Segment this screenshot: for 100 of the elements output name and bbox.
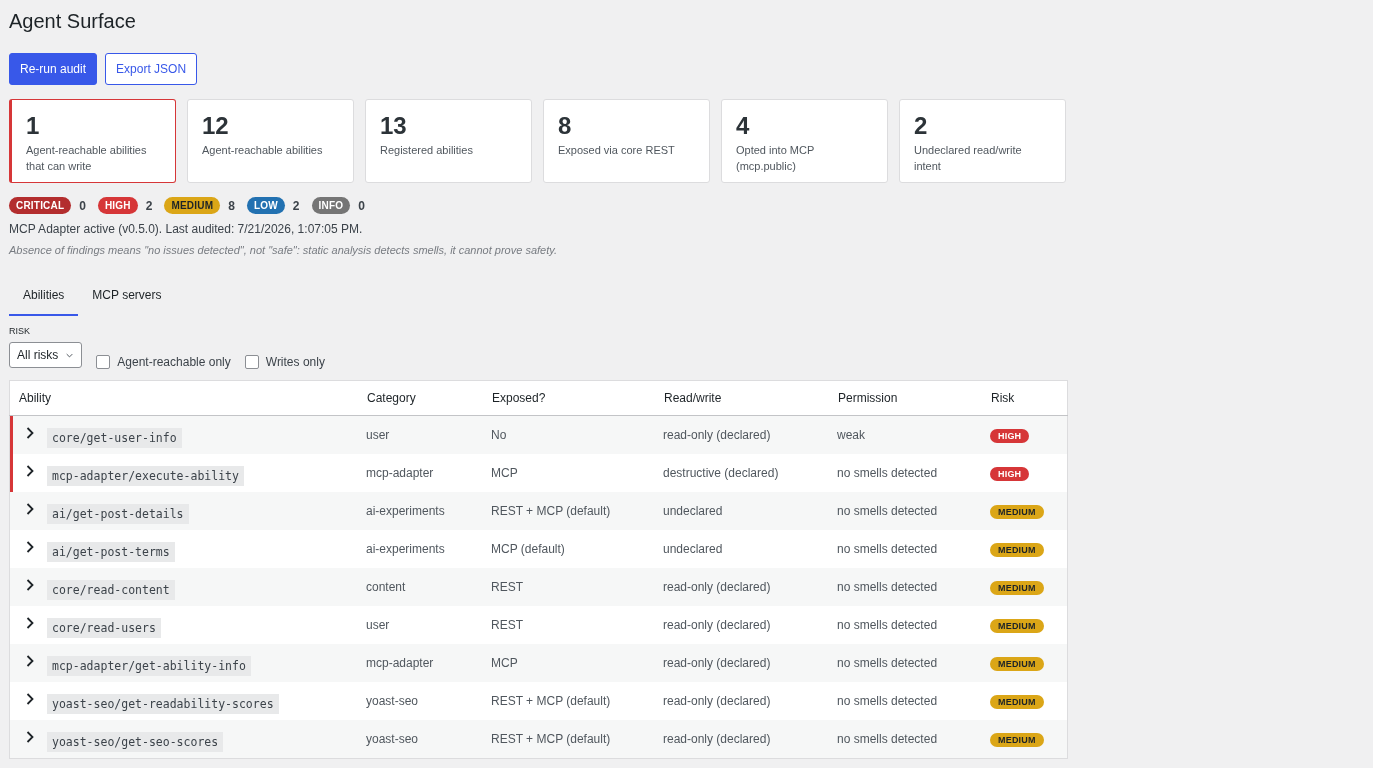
column-header: Permission	[837, 380, 990, 416]
chevron-right-icon[interactable]	[26, 731, 34, 743]
table-row[interactable]: core/get-user-info user No read-only (declared) weak HIGH	[9, 415, 1068, 454]
page-title: Agent Surface	[9, 9, 137, 34]
table-row[interactable]: mcp-adapter/get-ability-info mcp-adapter MCP read-only (declared) no smells detected MEDIUM	[9, 644, 1068, 682]
table-row[interactable]: yoast-seo/get-readability-scores yoast-seo REST + MCP (default) read-only (declared) no smells detected MEDIUM	[9, 682, 1068, 720]
checkbox[interactable]	[96, 355, 111, 369]
table-cell: ai-experiments	[366, 492, 491, 530]
ability-name: yoast-seo/get-readability-scores	[47, 693, 279, 714]
table-cell: MCP	[491, 454, 663, 492]
table-row[interactable]: ai/get-post-terms ai-experiments MCP (default) undeclared no smells detected MEDIUM	[9, 530, 1068, 568]
checkbox-label[interactable]: Agent-reachable only	[117, 355, 231, 369]
table-row[interactable]: core/read-content content REST read-only (declared) no smells detected MEDIUM	[9, 568, 1068, 606]
checkbox-label[interactable]: Writes only	[265, 355, 325, 369]
table-cell: no smells detected	[837, 606, 990, 644]
table-cell: yoast-seo	[366, 682, 491, 720]
stat-value: 13	[380, 112, 408, 140]
table-cell: read-only (declared)	[663, 644, 837, 682]
risk-count: 0	[358, 198, 365, 213]
stat-value: 2	[914, 112, 929, 140]
stat-label: Registered abilities	[380, 143, 474, 158]
table-row[interactable]: core/read-users user REST read-only (declared) no smells detected MEDIUM	[9, 606, 1068, 644]
tab[interactable]: Abilities	[9, 288, 79, 316]
filter-label: RISK	[9, 326, 31, 336]
stat-label: Agent-reachable abilities	[202, 143, 324, 158]
chevron-right-icon[interactable]	[26, 655, 34, 667]
stat-value: 1	[26, 112, 41, 140]
table-cell: content	[366, 568, 491, 606]
table-cell: undeclared	[663, 492, 837, 530]
risk-badge: HIGH	[97, 197, 138, 214]
risk-count: 2	[292, 198, 300, 213]
risk-select[interactable]: All risks	[9, 342, 83, 368]
chevron-right-icon[interactable]	[26, 617, 34, 629]
table-row[interactable]: mcp-adapter/execute-ability mcp-adapter MCP destructive (declared) no smells detected HIGH	[9, 454, 1068, 492]
action-button[interactable]: Re-run audit	[9, 53, 98, 85]
table-cell: REST + MCP (default)	[491, 682, 663, 720]
stat-value: 4	[736, 112, 751, 140]
risk-badge: LOW	[246, 197, 285, 214]
chevron-right-icon[interactable]	[26, 579, 34, 591]
table-cell: destructive (declared)	[663, 454, 837, 492]
chevron-down-icon	[66, 352, 74, 358]
chevron-right-icon[interactable]	[26, 427, 34, 439]
table-cell: mcp-adapter	[366, 644, 491, 682]
ability-name: mcp-adapter/get-ability-info	[47, 655, 251, 676]
risk-badge: MEDIUM	[990, 542, 1044, 557]
action-button[interactable]: Export JSON	[105, 53, 198, 85]
column-header: Exposed?	[491, 380, 663, 416]
table-cell: mcp-adapter	[366, 454, 491, 492]
risk-badge: MEDIUM	[990, 694, 1044, 709]
table-row[interactable]: yoast-seo/get-seo-scores yoast-seo REST + MCP (default) read-only (declared) no smells detected MEDIUM	[9, 720, 1068, 759]
stat-label: Undeclared read/write intent	[914, 143, 1023, 174]
chevron-right-icon[interactable]	[26, 541, 34, 553]
risk-count: 0	[79, 198, 86, 213]
table-cell: REST	[491, 568, 663, 606]
chevron-right-icon[interactable]	[26, 693, 34, 705]
table-row[interactable]: ai/get-post-details ai-experiments REST + MCP (default) undeclared no smells detected MEDIUM	[9, 492, 1068, 530]
table-cell: MCP (default)	[491, 530, 663, 568]
table-cell: ai-experiments	[366, 530, 491, 568]
column-header: Risk	[990, 380, 1068, 416]
status-text: MCP Adapter active (v0.5.0). Last audited: 7/21/2026, 1:07:05 PM.	[9, 221, 364, 237]
stat-value: 12	[202, 112, 230, 140]
risk-badge: MEDIUM	[990, 732, 1044, 747]
stat-label: Exposed via core REST	[558, 143, 676, 158]
risk-count: 8	[228, 198, 235, 213]
ability-name: ai/get-post-terms	[47, 541, 175, 562]
table-cell: no smells detected	[837, 568, 990, 606]
ability-name: core/read-content	[47, 579, 175, 600]
disclaimer-text: Absence of findings means "no issues detected", not "safe": static analysis detects smells, it cannot prove safety.	[9, 243, 558, 258]
table-cell: no smells detected	[837, 530, 990, 568]
table-cell: read-only (declared)	[663, 606, 837, 644]
table-cell: user	[366, 415, 491, 454]
ability-name: yoast-seo/get-seo-scores	[47, 731, 224, 752]
risk-badge: HIGH	[990, 466, 1030, 481]
chevron-right-icon[interactable]	[26, 503, 34, 515]
table-cell: no smells detected	[837, 492, 990, 530]
ability-name: mcp-adapter/execute-ability	[47, 465, 244, 486]
table-cell: read-only (declared)	[663, 415, 837, 454]
table-cell: weak	[837, 415, 990, 454]
risk-badge: MEDIUM	[164, 197, 221, 214]
risk-badge: MEDIUM	[990, 580, 1044, 595]
table-cell: no smells detected	[837, 644, 990, 682]
ability-name: ai/get-post-details	[47, 503, 189, 524]
table-cell: REST + MCP (default)	[491, 492, 663, 530]
risk-badge: MEDIUM	[990, 618, 1044, 633]
risk-badge: INFO	[311, 197, 351, 214]
risk-badge: MEDIUM	[990, 504, 1044, 519]
chevron-right-icon[interactable]	[26, 465, 34, 477]
table-cell: read-only (declared)	[663, 568, 837, 606]
table-cell: undeclared	[663, 530, 837, 568]
table-cell: no smells detected	[837, 682, 990, 720]
table-cell: user	[366, 606, 491, 644]
table-cell: read-only (declared)	[663, 720, 837, 759]
ability-name: core/read-users	[47, 617, 161, 638]
table-cell: No	[491, 415, 663, 454]
table-cell: REST	[491, 606, 663, 644]
checkbox[interactable]	[244, 355, 259, 369]
tab[interactable]: MCP servers	[78, 288, 176, 316]
stat-label: Agent-reachable abilities that can write	[26, 143, 148, 174]
column-header: Category	[366, 380, 491, 416]
table-cell: no smells detected	[837, 454, 990, 492]
